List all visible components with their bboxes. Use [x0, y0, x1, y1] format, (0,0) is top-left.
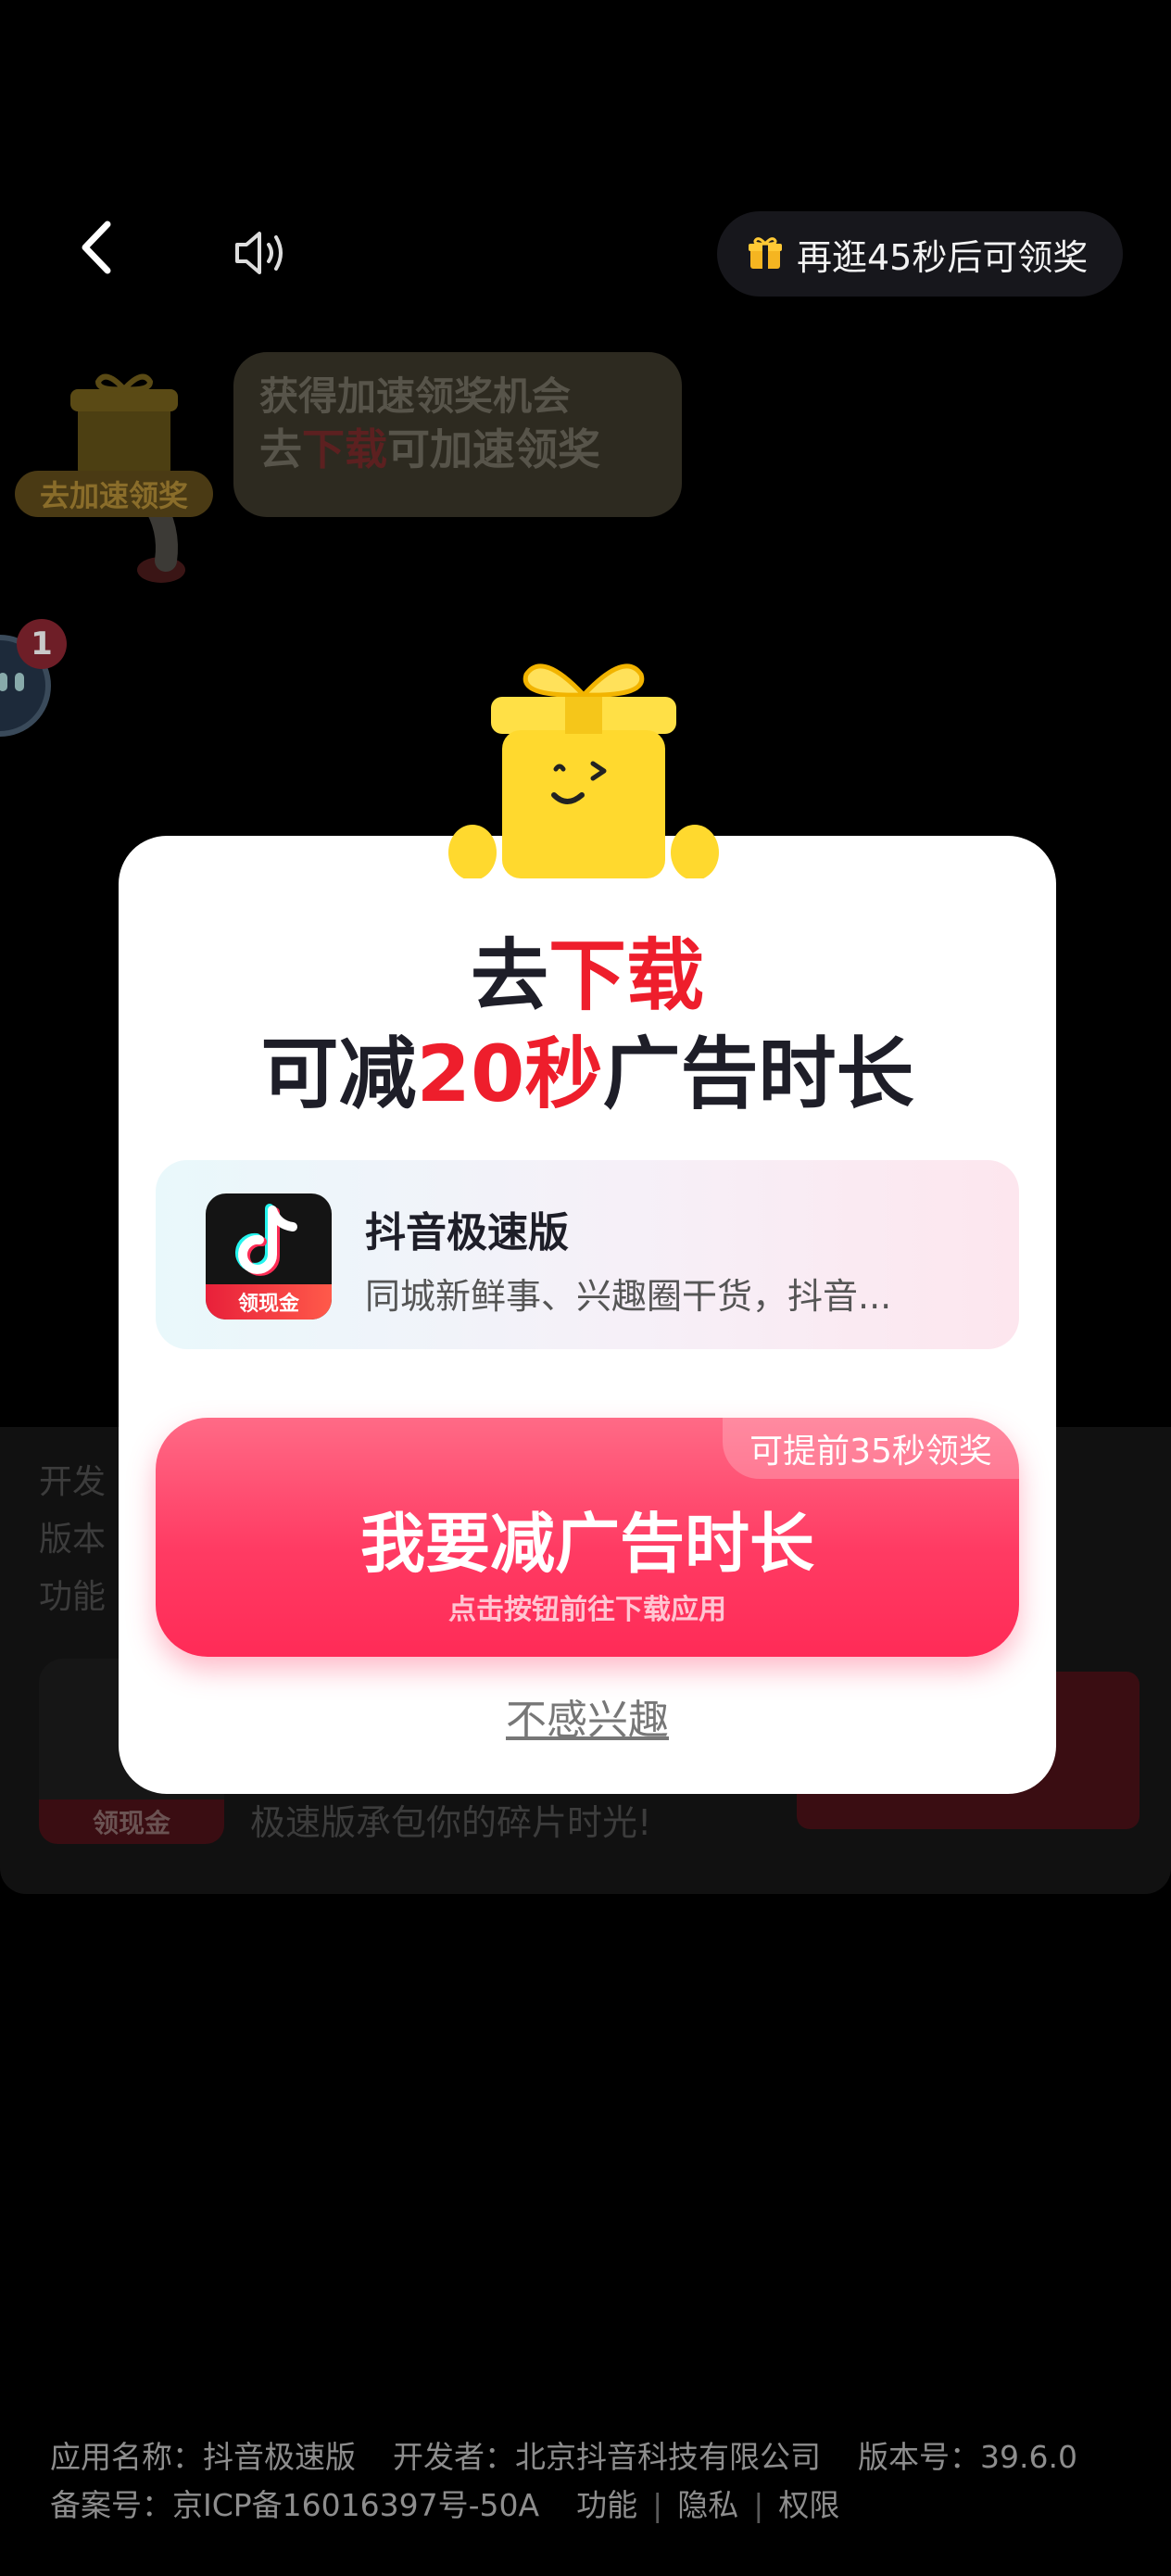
info-app-tag: 领现金 — [39, 1799, 224, 1844]
cta-badge: 可提前35秒领奖 — [723, 1418, 1019, 1479]
reward-countdown-pill: 再逛45秒后可领奖 — [717, 211, 1123, 297]
speaker-icon — [235, 232, 283, 274]
info-app-desc: 极速版承包你的碎片时光! — [250, 1802, 652, 1843]
speed-up-bubble[interactable]: 获得加速领奖机会 去下载可加速领奖 — [233, 352, 682, 517]
footer-link-privacy[interactable]: 隐私 — [677, 2487, 738, 2523]
cta-label: 我要减广告时长 — [360, 1506, 814, 1582]
app-name: 抖音极速版 — [365, 1209, 569, 1256]
info-version-label: 版本 — [39, 1521, 107, 1559]
app-card[interactable]: 领现金 抖音极速版 同城新鲜事、兴趣圈干货，抖音... — [156, 1160, 1019, 1349]
app-icon-tag: 领现金 — [206, 1284, 332, 1320]
chevron-left-icon — [82, 221, 111, 274]
footer-link-permission[interactable]: 权限 — [778, 2487, 839, 2523]
footer-line2: 备案号：京ICP备16016397号-50A 功能 | 隐私 | 权限 — [50, 2481, 1077, 2530]
speed-up-line1: 获得加速领奖机会 — [259, 373, 572, 419]
info-function-label: 功能 — [39, 1578, 107, 1616]
app-description: 同城新鲜事、兴趣圈干货，抖音... — [365, 1276, 892, 1317]
back-button[interactable] — [72, 215, 128, 280]
reward-countdown-text: 再逛45秒后可领奖 — [797, 236, 1089, 278]
app-info-footer: 应用名称：抖音极速版 开发者：北京抖音科技有限公司 版本号：39.6.0 备案号：京… — [50, 2433, 1077, 2530]
footer-line1: 应用名称：抖音极速版 开发者：北京抖音科技有限公司 版本号：39.6.0 — [50, 2433, 1077, 2481]
footer-app-name: 应用名称：抖音极速版 — [50, 2439, 356, 2475]
footer-separator: | — [753, 2487, 764, 2523]
info-developer-label: 开发 — [39, 1463, 107, 1501]
not-interested-link[interactable]: 不感兴趣 — [119, 1686, 1056, 1746]
speed-up-tag[interactable]: 去加速领奖 — [15, 471, 213, 517]
footer-developer: 开发者：北京抖音科技有限公司 — [393, 2439, 821, 2475]
sound-toggle-button[interactable] — [230, 222, 291, 284]
tiktok-note-icon — [235, 1204, 297, 1276]
dialog-title-line1: 去下载 — [470, 930, 705, 1021]
footer-separator: | — [652, 2487, 663, 2523]
speed-up-line2: 去下载可加速领奖 — [259, 424, 600, 474]
cta-sublabel: 点击按钮前往下载应用 — [448, 1594, 726, 1626]
reduce-ad-time-button[interactable]: 可提前35秒领奖 我要减广告时长 点击按钮前往下载应用 — [156, 1418, 1019, 1657]
douyin-lite-app-icon: 领现金 — [206, 1193, 332, 1320]
footer-version: 版本号：39.6.0 — [858, 2439, 1077, 2475]
gift-icon — [749, 237, 782, 269]
footer-link-function[interactable]: 功能 — [576, 2487, 637, 2523]
notification-badge: 1 — [17, 619, 67, 669]
gift-mascot-icon — [448, 663, 719, 878]
download-reward-dialog: 去下载 可减20秒广告时长 领现金 抖音极速版 同城新鲜事、兴趣圈干货，抖音..… — [119, 836, 1056, 1794]
dialog-title-line2: 可减20秒广告时长 — [260, 1029, 914, 1119]
footer-icp: 备案号：京ICP备16016397号-50A — [50, 2487, 540, 2523]
